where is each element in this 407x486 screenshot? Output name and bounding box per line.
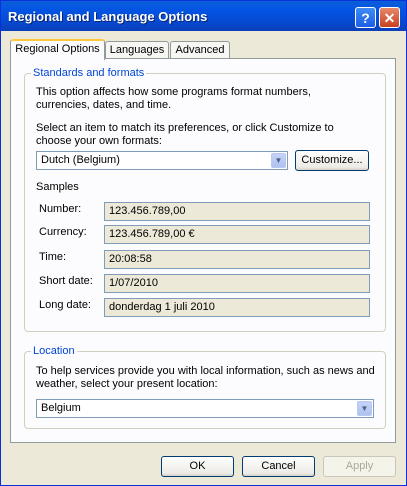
title-bar[interactable]: Regional and Language Options ? ✕ [1,1,406,31]
sample-label-long-date: Long date: [39,299,91,311]
customize-button[interactable]: Customize... [295,150,369,171]
tab-languages[interactable]: Languages [105,41,169,59]
ok-button[interactable]: OK [161,456,234,477]
format-select-value: Dutch (Belgium) [41,154,120,166]
sample-label-short-date: Short date: [39,275,93,287]
tab-label: Advanced [175,44,225,56]
tab-regional-options[interactable]: Regional Options [10,39,105,60]
tab-advanced[interactable]: Advanced [170,41,230,59]
tab-label: Regional Options [15,43,100,55]
standards-instruction: Select an item to match its preferences,… [36,122,334,147]
sample-value-short-date: 1/07/2010 [104,274,370,293]
help-icon: ? [361,10,370,26]
tab-panel: Standards and formats This option affect… [10,58,396,443]
location-description: To help services provide you with local … [36,365,375,390]
close-button[interactable]: ✕ [379,7,400,28]
format-select[interactable]: Dutch (Belgium) ▼ [36,151,288,170]
customize-button-label: Customize... [301,154,363,166]
close-icon: ✕ [383,10,396,26]
location-select-value: Belgium [41,402,81,414]
sample-value-time: 20:08:58 [104,250,370,269]
sample-value-number: 123.456.789,00 [104,202,370,221]
location-group-title: Location [31,345,77,357]
chevron-down-icon[interactable]: ▼ [357,401,372,416]
cancel-button[interactable]: Cancel [242,456,315,477]
apply-button[interactable]: Apply [323,456,396,477]
tab-label: Languages [109,44,165,56]
standards-group-title: Standards and formats [31,67,147,79]
location-select[interactable]: Belgium ▼ [36,399,374,418]
window-title: Regional and Language Options [8,9,208,24]
help-button[interactable]: ? [355,7,376,28]
sample-value-long-date: donderdag 1 juli 2010 [104,298,370,317]
ok-button-label: OK [189,460,206,472]
standards-description: This option affects how some programs fo… [36,86,311,111]
apply-button-label: Apply [345,460,374,472]
samples-heading: Samples [36,181,79,193]
dialog-window: Regional and Language Options ? ✕ Region… [0,0,407,486]
sample-label-time: Time: [39,251,67,263]
cancel-button-label: Cancel [261,460,296,472]
chevron-down-icon[interactable]: ▼ [271,153,286,168]
sample-value-currency: 123.456.789,00 € [104,225,370,244]
sample-label-currency: Currency: [39,226,87,238]
sample-label-number: Number: [39,203,82,215]
